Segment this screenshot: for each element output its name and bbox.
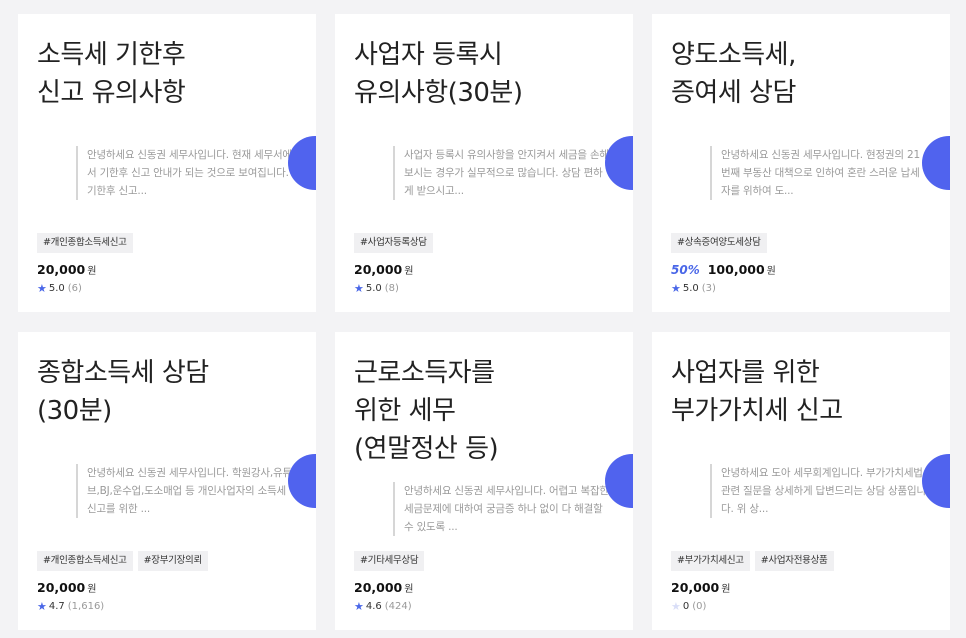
tag[interactable]: #기타세무상담	[354, 551, 425, 571]
card-title[interactable]: 양도소득세, 증여세 상담	[671, 36, 921, 112]
rating-score: 5.0	[365, 283, 382, 294]
tag[interactable]: #상속증여양도세상담	[671, 233, 767, 253]
price-row: 20,000 원	[37, 262, 96, 277]
card-description: 안녕하세요 도아 세무회계입니다. 부가가치세법 관련 질문을 상세하게 답변드…	[710, 464, 929, 518]
price: 20,000	[354, 580, 403, 595]
review-count: (3)	[701, 283, 716, 294]
rating-row: ★ 5.0 (8)	[354, 282, 399, 295]
card-title[interactable]: 사업자를 위한 부가가치세 신고	[671, 354, 921, 430]
rating-row: ★ 5.0 (3)	[671, 282, 716, 295]
price: 100,000	[707, 262, 765, 277]
star-icon: ★	[37, 282, 47, 295]
card-description: 안녕하세요 신동권 세무사입니다. 학원강사,유튜브,BJ,운수업,도소매업 등…	[76, 464, 295, 518]
review-count: (424)	[384, 601, 412, 612]
card-title[interactable]: 소득세 기한후 신고 유의사항	[37, 36, 287, 112]
price-row: 20,000 원	[671, 580, 730, 595]
product-card[interactable]: 사업자를 위한 부가가치세 신고 안녕하세요 도아 세무회계입니다. 부가가치세…	[652, 332, 950, 630]
star-icon: ★	[354, 600, 364, 613]
card-title[interactable]: 근로소득자를 위한 세무 (연말정산 등)	[354, 354, 604, 468]
card-title[interactable]: 종합소득세 상담 (30분)	[37, 354, 287, 430]
currency: 원	[87, 266, 97, 277]
price: 20,000	[37, 262, 86, 277]
review-count: (6)	[67, 283, 82, 294]
tag-list: #개인종합소득세신고 #장부기장의뢰	[37, 551, 208, 571]
product-card[interactable]: 종합소득세 상담 (30분) 안녕하세요 신동권 세무사입니다. 학원강사,유튜…	[18, 332, 316, 630]
tag[interactable]: #사업자등록상담	[354, 233, 433, 253]
tag[interactable]: #사업자전용상품	[754, 551, 834, 571]
rating-score: 5.0	[682, 283, 699, 294]
tag-list: #기타세무상담	[354, 551, 425, 571]
star-icon: ★	[37, 600, 47, 613]
tag-list: #개인종합소득세신고	[37, 233, 133, 253]
price-row: 20,000 원	[354, 580, 413, 595]
tag-list: #상속증여양도세상담	[671, 233, 767, 253]
tag-list: #사업자등록상담	[354, 233, 433, 253]
card-description: 안녕하세요 신동권 세무사입니다. 어렵고 복잡한 세금문제에 대하여 궁금증 …	[393, 482, 612, 536]
price: 20,000	[37, 580, 86, 595]
tag[interactable]: #개인종합소득세신고	[37, 551, 133, 571]
product-card[interactable]: 사업자 등록시 유의사항(30분) 사업자 등록시 유의사항을 안지켜서 세금을…	[335, 14, 633, 312]
star-icon: ★	[354, 282, 364, 295]
product-grid: 소득세 기한후 신고 유의사항 안녕하세요 신동권 세무사입니다. 현재 세무서…	[0, 0, 966, 638]
rating-score: 4.6	[365, 601, 382, 612]
product-card[interactable]: 소득세 기한후 신고 유의사항 안녕하세요 신동권 세무사입니다. 현재 세무서…	[18, 14, 316, 312]
rating-row: ★ 4.7 (1,616)	[37, 600, 104, 613]
review-count: (0)	[692, 601, 707, 612]
rating-row: ★ 4.6 (424)	[354, 600, 412, 613]
star-icon: ★	[671, 282, 681, 295]
tag[interactable]: #부가가치세신고	[671, 551, 750, 571]
price-row: 50% 100,000 원	[671, 262, 776, 277]
currency: 원	[404, 266, 414, 277]
rating-score: 4.7	[48, 601, 65, 612]
star-icon: ★	[671, 600, 681, 613]
currency: 원	[87, 584, 97, 595]
rating-score: 5.0	[48, 283, 65, 294]
review-count: (1,616)	[67, 601, 105, 612]
currency: 원	[404, 584, 414, 595]
price-row: 20,000 원	[37, 580, 96, 595]
card-title[interactable]: 사업자 등록시 유의사항(30분)	[354, 36, 604, 112]
price: 20,000	[354, 262, 403, 277]
review-count: (8)	[384, 283, 399, 294]
discount-rate: 50%	[671, 263, 700, 277]
rating-score: 0	[682, 601, 690, 612]
currency: 원	[766, 266, 776, 277]
tag-list: #부가가치세신고 #사업자전용상품	[671, 551, 834, 571]
tag[interactable]: #개인종합소득세신고	[37, 233, 133, 253]
product-card[interactable]: 양도소득세, 증여세 상담 안녕하세요 신동권 세무사입니다. 현정권의 21번…	[652, 14, 950, 312]
product-card[interactable]: 근로소득자를 위한 세무 (연말정산 등) 안녕하세요 신동권 세무사입니다. …	[335, 332, 633, 630]
card-description: 안녕하세요 신동권 세무사입니다. 현정권의 21번째 부동산 대책으로 인하여…	[710, 146, 929, 200]
price: 20,000	[671, 580, 720, 595]
card-description: 사업자 등록시 유의사항을 안지켜서 세금을 손해보시는 경우가 실무적으로 많…	[393, 146, 612, 200]
price-row: 20,000 원	[354, 262, 413, 277]
rating-row: ★ 0 (0)	[671, 600, 706, 613]
currency: 원	[721, 584, 731, 595]
rating-row: ★ 5.0 (6)	[37, 282, 82, 295]
tag[interactable]: #장부기장의뢰	[137, 551, 208, 571]
card-description: 안녕하세요 신동권 세무사입니다. 현재 세무서에서 기한후 신고 안내가 되는…	[76, 146, 295, 200]
